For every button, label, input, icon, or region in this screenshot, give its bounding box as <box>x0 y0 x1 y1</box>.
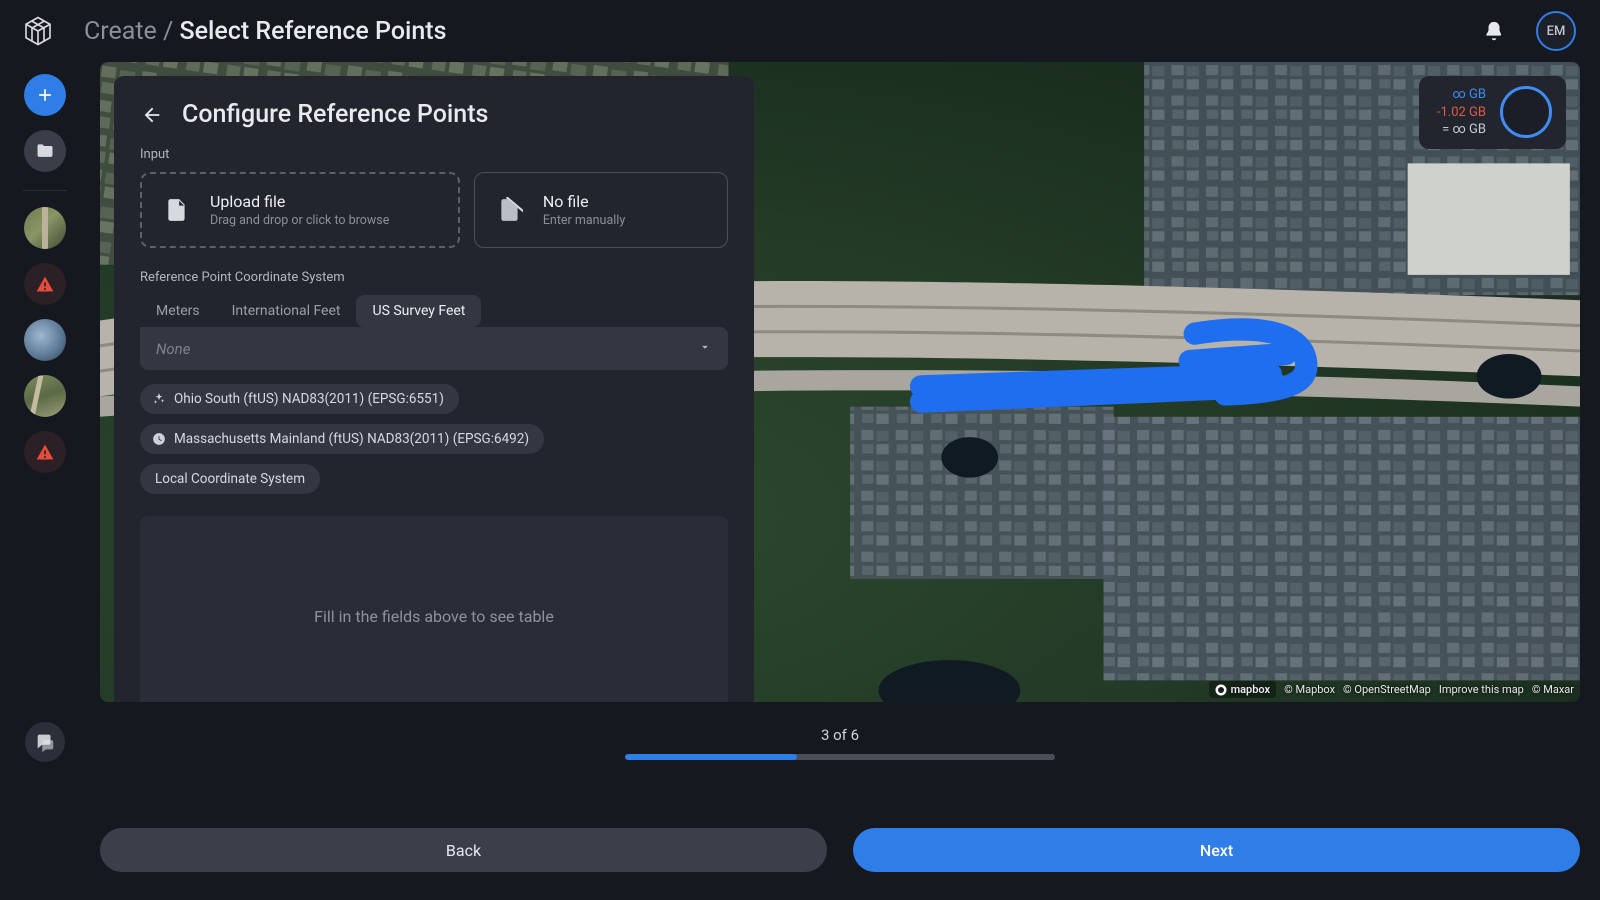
sparkle-icon <box>152 392 166 406</box>
breadcrumb: Create / Select Reference Points <box>84 17 447 46</box>
recent-project-5-warning[interactable] <box>24 431 66 473</box>
breadcrumb-root[interactable]: Create <box>84 17 157 46</box>
recent-project-2-warning[interactable] <box>24 263 66 305</box>
chip-ohio-label: Ohio South (ftUS) NAD83(2011) (EPSG:6551… <box>174 391 444 407</box>
panel-back-button[interactable] <box>140 103 164 127</box>
upload-subtitle: Drag and drop or click to browse <box>210 213 389 228</box>
app-logo[interactable] <box>18 11 58 51</box>
unit-segmented-control: Meters International Feet US Survey Feet <box>140 295 728 327</box>
chip-ohio-south[interactable]: Ohio South (ftUS) NAD83(2011) (EPSG:6551… <box>140 384 459 414</box>
projects-button[interactable] <box>24 130 66 172</box>
reference-table-placeholder: Fill in the fields above to see table <box>140 516 728 702</box>
storage-ring-icon <box>1500 86 1552 138</box>
progress-indicator: 3 of 6 <box>100 726 1580 760</box>
recent-project-1[interactable] <box>24 207 66 249</box>
attr-improve[interactable]: Improve this map <box>1439 683 1524 696</box>
crs-select[interactable]: None <box>140 327 728 370</box>
topbar: Create / Select Reference Points EM <box>0 0 1600 62</box>
attr-maxar[interactable]: © Maxar <box>1532 683 1574 696</box>
upload-title: Upload file <box>210 192 389 211</box>
unit-intl-feet[interactable]: International Feet <box>216 295 357 327</box>
sidebar-divider <box>23 190 67 191</box>
storage-total: ∞ GB <box>1437 86 1486 104</box>
storage-indicator[interactable]: ∞ GB -1.02 GB = ∞ GB <box>1419 76 1566 149</box>
progress-label: 3 of 6 <box>821 726 859 744</box>
back-button[interactable]: Back <box>100 828 827 872</box>
chat-button[interactable] <box>25 722 65 762</box>
attr-mapbox[interactable]: © Mapbox <box>1284 683 1335 696</box>
user-avatar[interactable]: EM <box>1536 11 1576 51</box>
unit-meters[interactable]: Meters <box>140 295 216 327</box>
clock-icon <box>152 432 166 446</box>
chip-local-crs[interactable]: Local Coordinate System <box>140 464 320 494</box>
upload-file-card[interactable]: Upload file Drag and drop or click to br… <box>140 172 460 248</box>
chip-mass-label: Massachusetts Mainland (ftUS) NAD83(2011… <box>174 431 529 447</box>
breadcrumb-sep: / <box>157 17 180 46</box>
sidebar <box>0 62 90 782</box>
avatar-initials: EM <box>1547 24 1566 39</box>
attr-osm[interactable]: © OpenStreetMap <box>1343 683 1431 696</box>
storage-remaining: = ∞ GB <box>1437 121 1486 139</box>
nofile-subtitle: Enter manually <box>543 213 625 228</box>
panel-title: Configure Reference Points <box>182 100 488 129</box>
file-icon <box>162 197 192 223</box>
crs-select-placeholder: None <box>156 340 190 358</box>
chevron-down-icon <box>698 339 712 358</box>
config-panel: Configure Reference Points Input Upload … <box>114 76 754 702</box>
crs-section-label: Reference Point Coordinate System <box>140 270 728 285</box>
breadcrumb-current: Select Reference Points <box>180 17 447 46</box>
chip-local-label: Local Coordinate System <box>155 471 305 487</box>
progress-fill <box>625 754 797 760</box>
nofile-title: No file <box>543 192 625 211</box>
no-file-icon <box>495 197 525 223</box>
input-section-label: Input <box>140 147 728 162</box>
recent-project-4[interactable] <box>24 375 66 417</box>
create-button[interactable] <box>24 74 66 116</box>
progress-bar <box>625 754 1055 760</box>
unit-us-survey-feet[interactable]: US Survey Feet <box>356 295 481 327</box>
notifications-button[interactable] <box>1480 17 1508 45</box>
next-button[interactable]: Next <box>853 828 1580 872</box>
chip-massachusetts[interactable]: Massachusetts Mainland (ftUS) NAD83(2011… <box>140 424 544 454</box>
recent-project-3[interactable] <box>24 319 66 361</box>
map-attribution: mapbox © Mapbox © OpenStreetMap Improve … <box>1209 681 1574 698</box>
wizard-footer: Back Next <box>0 782 1600 900</box>
map-view[interactable]: mapbox © Mapbox © OpenStreetMap Improve … <box>100 62 1580 702</box>
storage-used: -1.02 GB <box>1437 104 1486 122</box>
no-file-card[interactable]: No file Enter manually <box>474 172 728 248</box>
table-placeholder-text: Fill in the fields above to see table <box>314 607 554 626</box>
mapbox-logo: mapbox <box>1209 681 1277 698</box>
